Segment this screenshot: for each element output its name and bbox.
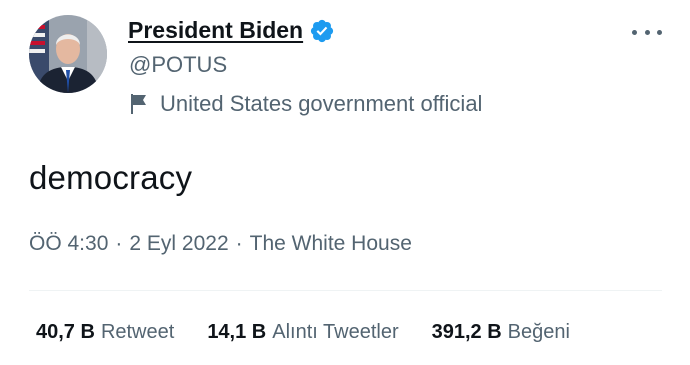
retweet-count-link[interactable]: 40,7 B Retweet <box>36 321 174 344</box>
tweet-source[interactable]: The White House <box>250 232 412 256</box>
tweet-stats: 40,7 B Retweet 14,1 B Alıntı Tweetler 39… <box>36 321 570 344</box>
author-name-row: President Biden <box>128 17 335 44</box>
quote-tweets-count-link[interactable]: 14,1 B Alıntı Tweetler <box>207 321 398 344</box>
stat-value: 40,7 B <box>36 321 95 343</box>
tweet-meta: ÖÖ 4:30 · 2 Eyl 2022 · The White House <box>29 232 412 256</box>
likes-count-link[interactable]: 391,2 B Beğeni <box>432 321 570 344</box>
tweet-time[interactable]: ÖÖ 4:30 <box>29 232 108 256</box>
stat-label: Alıntı Tweetler <box>272 321 399 343</box>
meta-separator: · <box>115 232 123 255</box>
stat-label: Beğeni <box>507 321 570 343</box>
author-label: United States government official <box>130 91 482 117</box>
meta-separator: · <box>235 232 243 255</box>
stat-label: Retweet <box>100 321 175 343</box>
stat-value: 391,2 B <box>431 321 502 343</box>
avatar-image <box>29 15 107 93</box>
author-label-text: United States government official <box>160 91 483 116</box>
flag-icon <box>131 94 146 114</box>
avatar[interactable] <box>29 15 107 93</box>
verified-badge-icon <box>311 19 334 42</box>
divider <box>29 290 662 291</box>
author-display-name[interactable]: President Biden <box>128 17 303 44</box>
stat-value: 14,1 B <box>207 321 267 343</box>
tweet-date[interactable]: 2 Eyl 2022 <box>129 232 228 256</box>
author-handle[interactable]: @POTUS <box>129 52 227 78</box>
more-options-icon[interactable] <box>632 22 662 42</box>
tweet-text: democracy <box>29 159 193 196</box>
